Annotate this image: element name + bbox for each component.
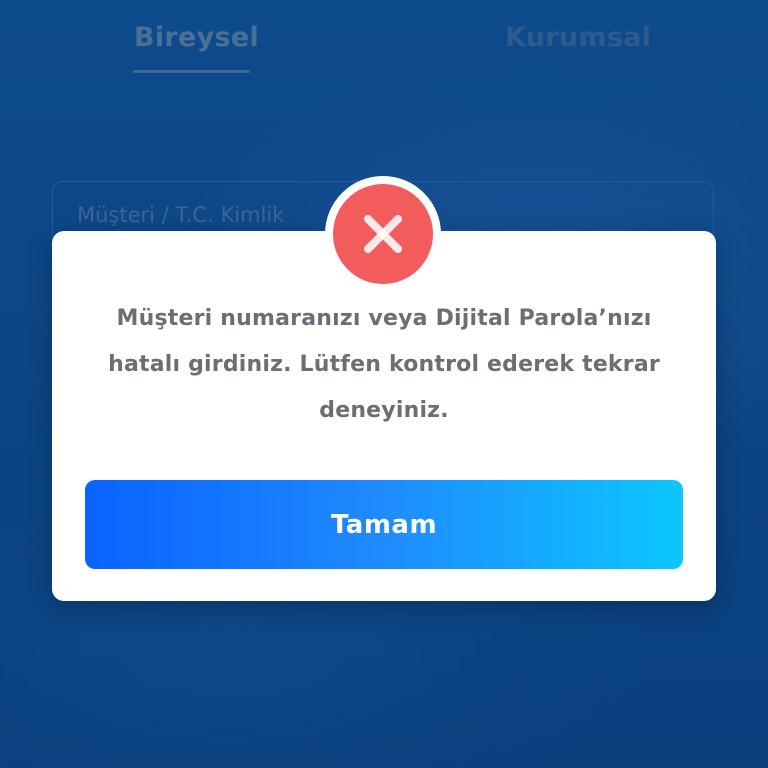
tab-individual[interactable]: Bireysel <box>134 22 259 53</box>
customer-number-placeholder: Müşteri / T.C. Kimlik <box>77 203 285 227</box>
active-tab-indicator <box>133 70 250 73</box>
error-message: Müşteri numaranızı veya Dijital Parola’n… <box>108 306 660 423</box>
error-x-icon <box>333 184 433 284</box>
tab-corporate[interactable]: Kurumsal <box>505 22 651 53</box>
ok-button[interactable]: Tamam <box>85 480 683 569</box>
